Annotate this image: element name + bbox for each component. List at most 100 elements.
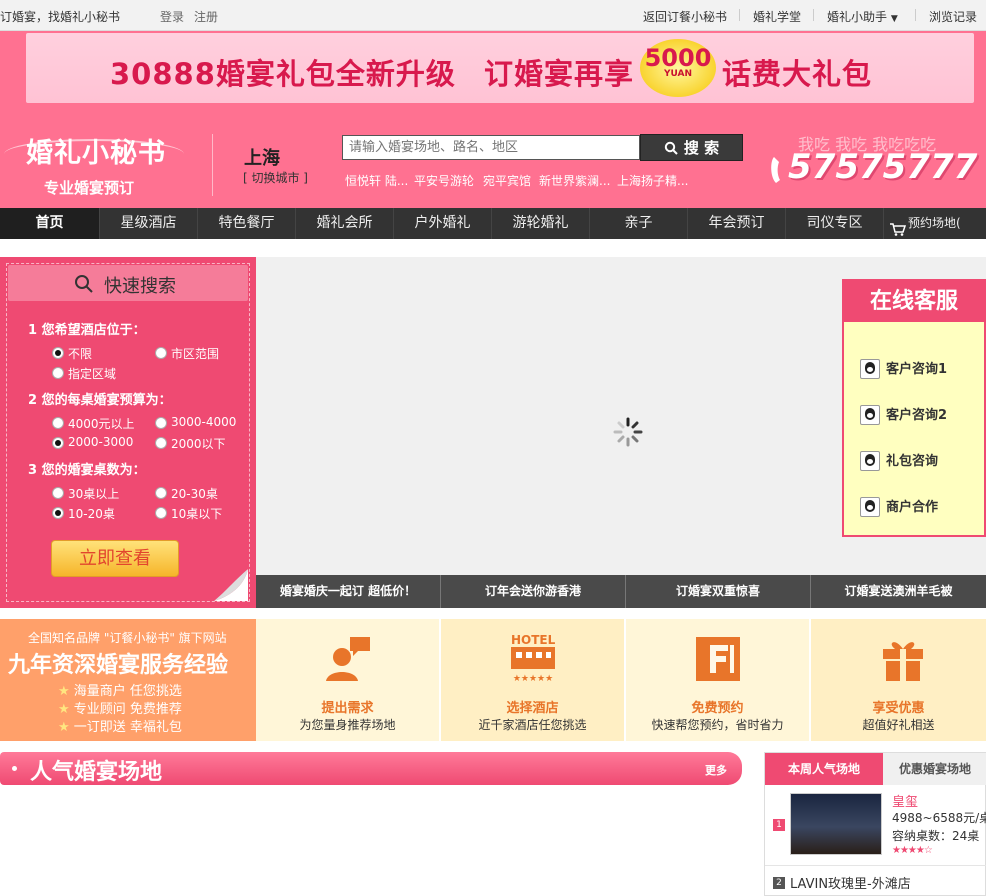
search-icon xyxy=(664,137,678,155)
promo-banner[interactable]: 30888婚宴礼包全新升级 订婚宴再享 5000 YUAN 话费大礼包 xyxy=(26,33,974,103)
quick-search-header: 快速搜索 xyxy=(8,265,248,301)
divider xyxy=(739,9,740,21)
nav-cruise[interactable]: 游轮婚礼 xyxy=(492,208,590,239)
nav-mc[interactable]: 司仪专区 xyxy=(786,208,884,239)
radio-dot xyxy=(155,507,167,519)
carousel-tab-3[interactable]: 订婚宴双重惊喜 xyxy=(625,575,810,608)
tab-weekly-popular[interactable]: 本周人气场地 xyxy=(765,753,883,785)
question-tables: 3 您的婚宴桌数为： xyxy=(28,463,146,478)
radio-dot xyxy=(155,347,167,359)
radio-dot xyxy=(155,417,167,429)
radio-location-urban[interactable]: 市区范围 xyxy=(155,345,219,362)
quick-search-title: 快速搜索 xyxy=(104,276,176,297)
return-link[interactable]: 返回订餐小秘书 xyxy=(643,8,727,25)
hot-link[interactable]: 新世界紫澜... xyxy=(539,172,610,189)
option-label: 10-20桌 xyxy=(68,507,115,521)
reserve-f-icon xyxy=(694,635,742,683)
page-curl-icon xyxy=(214,569,248,604)
wedding-school-link[interactable]: 婚礼学堂 xyxy=(753,8,801,25)
cart-icon xyxy=(890,217,907,248)
venue-name[interactable]: 皇玺 xyxy=(892,791,918,810)
venue-name[interactable]: LAVIN玫瑰里-外滩店 xyxy=(790,873,911,892)
nav-reserve[interactable]: 预约场地( xyxy=(884,208,986,239)
banner-right-text-2: 话费大礼包 xyxy=(722,57,873,91)
step-free-reserve[interactable]: 免费预约 快速帮您预约，省时省力 xyxy=(626,619,809,741)
tab-discount-venues[interactable]: 优惠婚宴场地 xyxy=(883,753,986,785)
logo-title: 婚礼小秘书 xyxy=(26,138,166,169)
star-icon: ★ xyxy=(58,720,74,735)
option-label: 10桌以下 xyxy=(171,507,223,521)
search-button[interactable]: 搜 索 xyxy=(640,134,743,161)
radio-tables-30plus[interactable]: 30桌以上 xyxy=(52,485,119,502)
logo-subtitle: 专业婚宴预订 xyxy=(44,179,135,197)
search-input[interactable] xyxy=(342,135,640,160)
carousel-tab-4[interactable]: 订婚宴送澳洲羊毛被 xyxy=(810,575,986,608)
top-bar: 订婚宴，找婚礼小秘书 登录 注册 返回订餐小秘书 婚礼学堂 婚礼小助手 ▼ 浏览… xyxy=(0,0,986,31)
hot-link[interactable]: 宛平宾馆 xyxy=(483,172,531,189)
history-link[interactable]: 浏览记录 xyxy=(929,8,977,25)
star-icon: ★ xyxy=(58,684,74,699)
carousel-tabs: 婚宴婚庆一起订 超低价！ 订年会送你游香港 订婚宴双重惊喜 订婚宴送澳洲羊毛被 xyxy=(256,575,986,608)
service-consult-2[interactable]: 客户咨询2 xyxy=(860,405,947,427)
radio-tables-10-20[interactable]: 10-20桌 xyxy=(52,505,115,522)
radio-budget-2000-3000[interactable]: 2000-3000 xyxy=(52,435,133,449)
hot-link[interactable]: 上海扬子精... xyxy=(617,172,688,189)
radio-location-area[interactable]: 指定区域 xyxy=(52,365,116,382)
bullet-dot xyxy=(12,766,17,771)
carousel-tab-2[interactable]: 订年会送你游香港 xyxy=(440,575,625,608)
divider xyxy=(765,865,986,866)
nav-annual-party[interactable]: 年会预订 xyxy=(688,208,786,239)
service-consult-1[interactable]: 客户咨询1 xyxy=(860,359,947,381)
step-enjoy-offer[interactable]: 享受优惠 超值好礼相送 xyxy=(811,619,986,741)
radio-tables-20-30[interactable]: 20-30桌 xyxy=(155,485,218,502)
radio-budget-3000-4000[interactable]: 3000-4000 xyxy=(155,415,236,429)
radio-dot xyxy=(52,417,64,429)
service-gift-consult[interactable]: 礼包咨询 xyxy=(860,451,938,473)
phone-hotline: 我吃 我吃 我吃吃吃 57575777 xyxy=(768,135,982,199)
step-choose-hotel[interactable]: ★★★★★ HOTEL 选择酒店 近千家酒店任您挑选 xyxy=(441,619,624,741)
hotel-thumbnail[interactable] xyxy=(790,793,882,855)
online-service-title: 在线客服 xyxy=(844,281,984,322)
nav-family[interactable]: 亲子 xyxy=(590,208,688,239)
step-title: 免费预约 xyxy=(691,701,744,716)
view-now-button[interactable]: 立即查看 xyxy=(51,540,179,577)
brand-bullet: ★ 一订即送 幸福礼包 xyxy=(58,716,182,735)
step-request[interactable]: 提出需求 为您量身推荐场地 xyxy=(256,619,439,741)
register-link[interactable]: 注册 xyxy=(194,8,218,25)
service-merchant[interactable]: 商户合作 xyxy=(860,497,938,519)
gift-icon xyxy=(881,635,925,683)
radio-dot xyxy=(155,487,167,499)
nav-restaurants[interactable]: 特色餐厅 xyxy=(198,208,296,239)
rank-number: 1 xyxy=(773,819,785,831)
nav-star-hotels[interactable]: 星级酒店 xyxy=(100,208,198,239)
radio-budget-below-2000[interactable]: 2000以下 xyxy=(155,435,226,452)
more-link[interactable]: 更多 xyxy=(705,762,727,778)
nav-outdoor[interactable]: 户外婚礼 xyxy=(394,208,492,239)
hotel-icon-label: HOTEL xyxy=(511,633,556,647)
brand-line-2: 九年资深婚宴服务经验 xyxy=(8,653,229,678)
current-city: 上海 xyxy=(244,148,280,169)
service-label: 礼包咨询 xyxy=(886,454,939,469)
radio-tables-below-10[interactable]: 10桌以下 xyxy=(155,505,222,522)
radio-location-any[interactable]: 不限 xyxy=(52,345,92,362)
rank-number: 2 xyxy=(773,877,785,889)
service-label: 商户合作 xyxy=(886,500,939,515)
radio-dot xyxy=(52,437,64,449)
login-link[interactable]: 登录 xyxy=(160,8,184,25)
site-logo[interactable]: 婚礼小秘书 专业婚宴预订 xyxy=(4,131,184,201)
search-icon xyxy=(74,274,94,297)
hot-link[interactable]: 平安号游轮 xyxy=(414,172,474,189)
switch-city-link[interactable]: [ 切换城市 ] xyxy=(243,169,308,186)
carousel-tab-1[interactable]: 婚宴婚庆一起订 超低价！ xyxy=(256,575,440,608)
nav-home[interactable]: 首页 xyxy=(0,208,100,239)
radio-dot xyxy=(52,367,64,379)
service-label: 客户咨询2 xyxy=(886,408,948,423)
nav-clubs[interactable]: 婚礼会所 xyxy=(296,208,394,239)
wedding-helper-menu[interactable]: 婚礼小助手 ▼ xyxy=(827,8,898,25)
hot-link[interactable]: 恒悦轩 陆... xyxy=(345,172,408,189)
radio-budget-4000plus[interactable]: 4000元以上 xyxy=(52,415,135,432)
service-label: 客户咨询1 xyxy=(886,362,948,377)
step-desc: 快速帮您预约，省时省力 xyxy=(651,718,784,732)
phone-number: 57575777 xyxy=(788,147,978,187)
popular-venues-title: 人气婚宴场地 xyxy=(30,760,163,785)
